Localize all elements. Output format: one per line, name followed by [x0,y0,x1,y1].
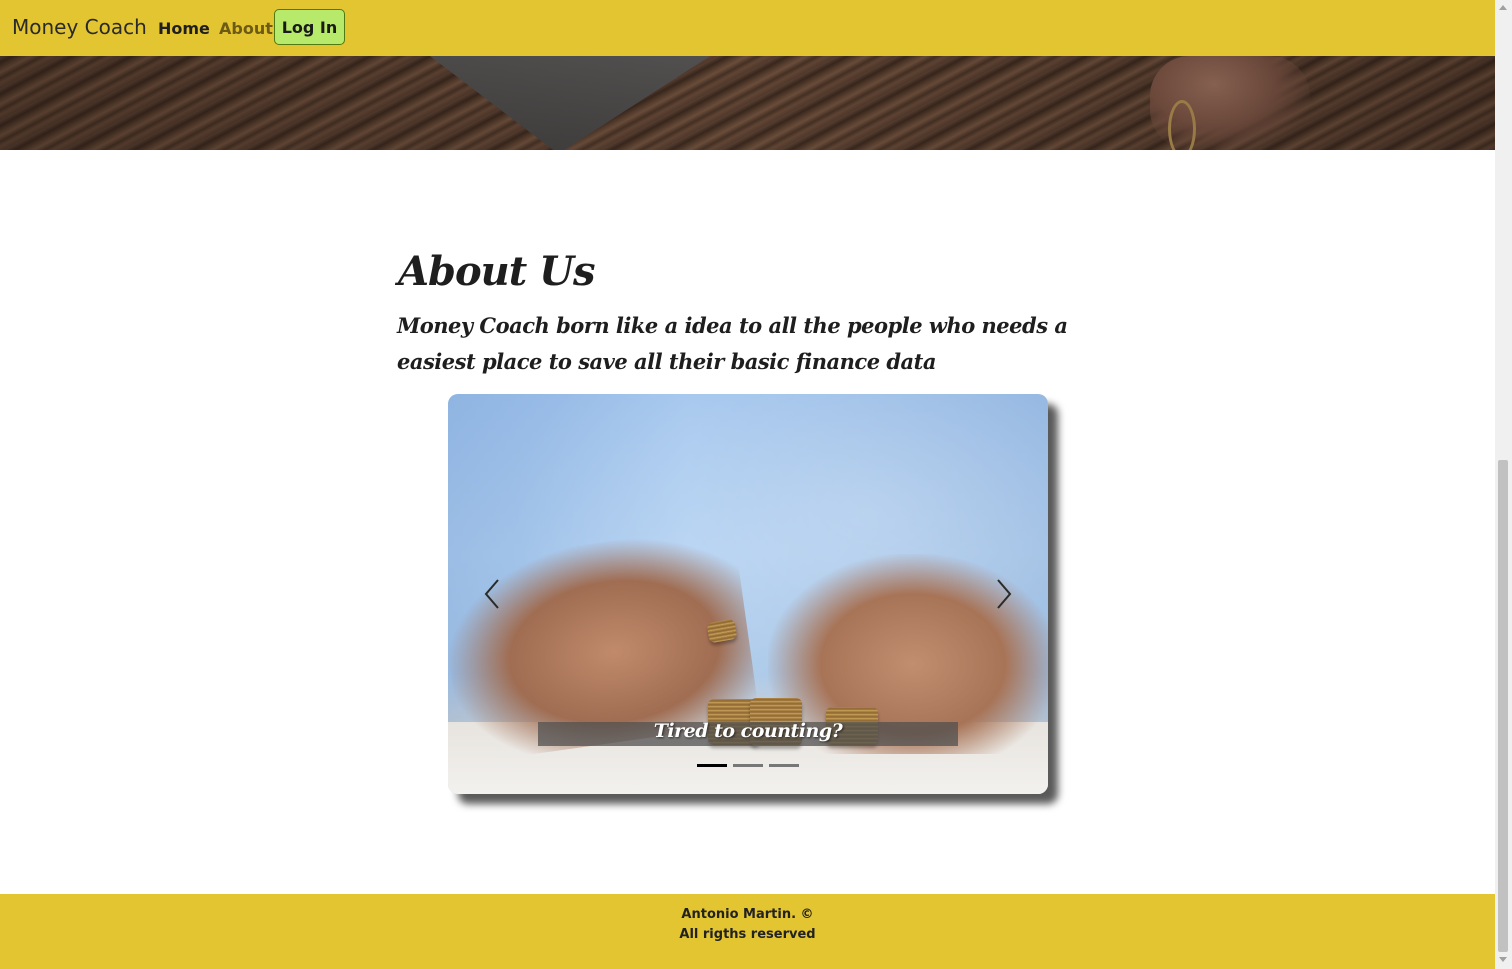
nav-link-home[interactable]: Home [158,19,210,38]
scroll-down-arrow-icon[interactable] [1499,957,1507,962]
carousel-indicator-2[interactable] [733,764,763,767]
footer: Antonio Martin. © All rigths reserved [0,894,1495,969]
hero-image [0,56,1495,150]
scrollbar[interactable] [1495,0,1512,969]
chevron-right-icon [997,579,1012,609]
login-button[interactable]: Log In [274,9,345,45]
page: Money Coach Home About Log In About Us M… [0,0,1512,969]
scroll-up-arrow-icon[interactable] [1499,5,1507,10]
scroll-thumb[interactable] [1498,460,1508,952]
carousel-next-button[interactable] [988,574,1018,614]
chevron-left-icon [484,579,499,609]
nav-link-about[interactable]: About [219,19,273,38]
carousel-indicator-1[interactable] [697,764,727,767]
image-carousel: Tired to counting? [448,394,1048,794]
brand-logo[interactable]: Money Coach [12,15,147,39]
footer-rights: All rigths reserved [679,927,816,942]
carousel-caption: Tired to counting? [653,720,843,742]
carousel-indicator-3[interactable] [769,764,799,767]
about-description: Money Coach born like a idea to all the … [397,313,1068,374]
footer-copyright: Antonio Martin. © [681,907,814,922]
carousel-prev-button[interactable] [478,574,508,614]
hero-shade-overlay [0,56,1495,150]
navbar: Money Coach Home About Log In [0,0,1495,56]
about-title: About Us [398,248,596,295]
